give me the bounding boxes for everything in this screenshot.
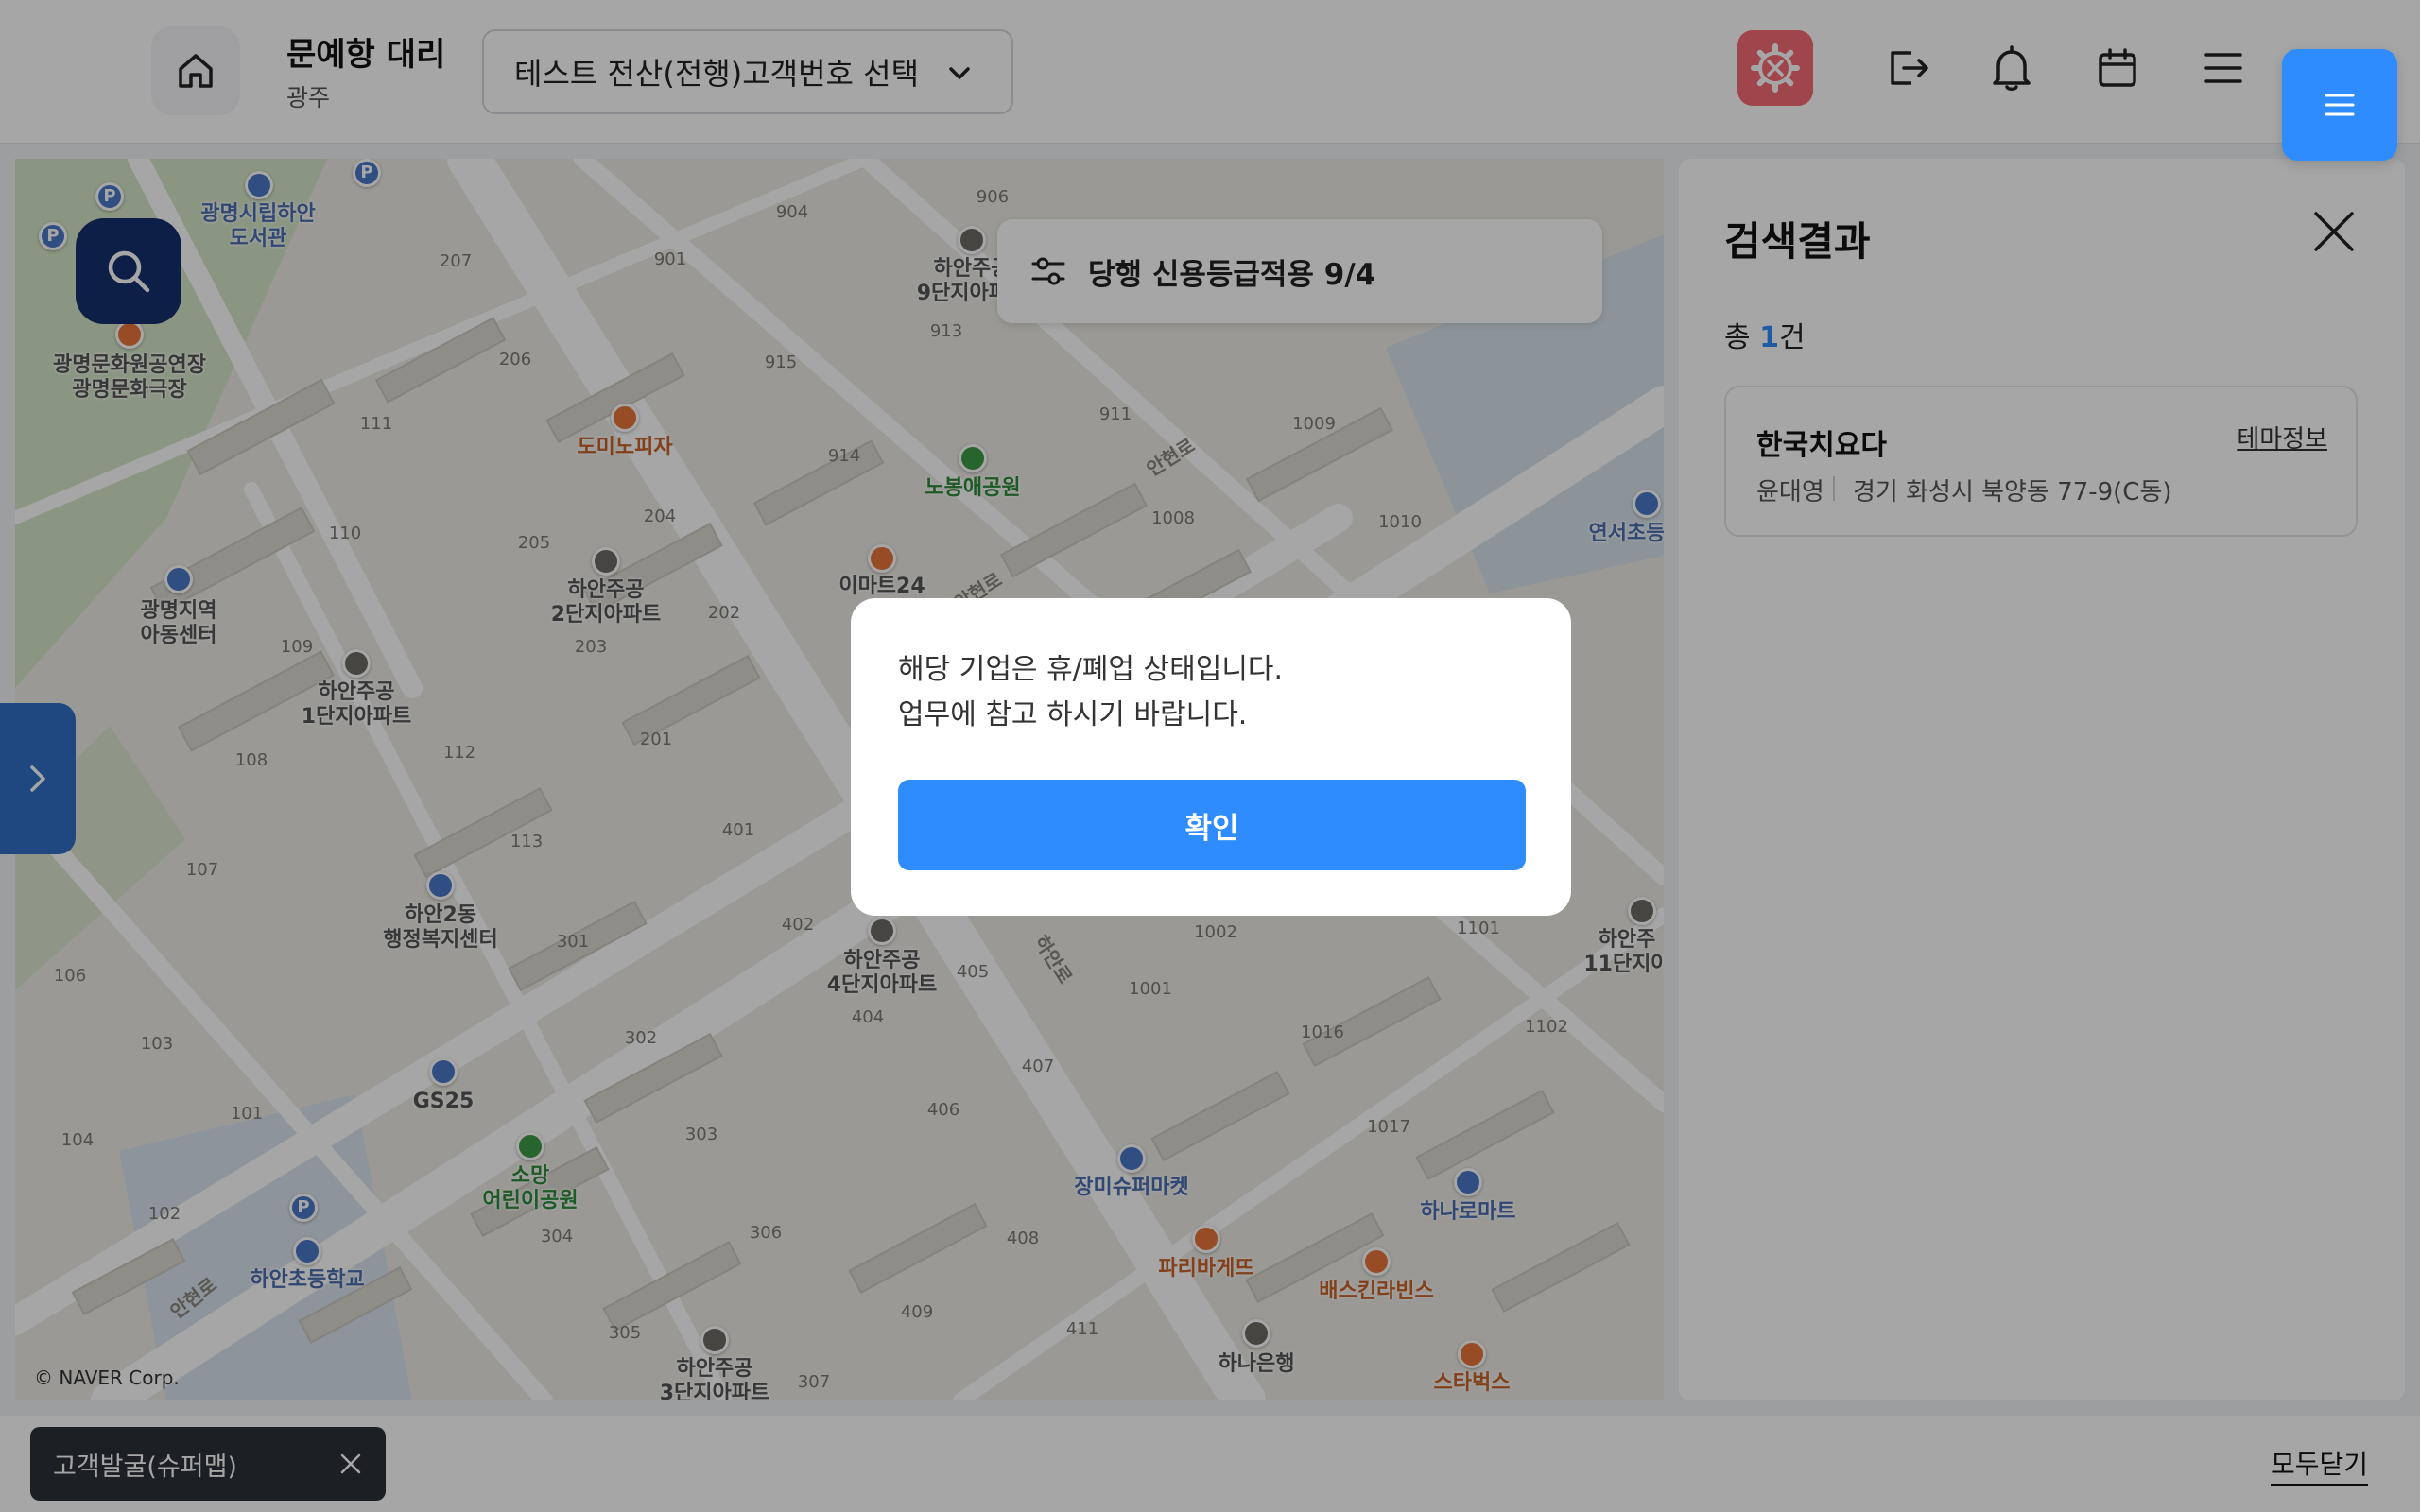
dialog-message-line1: 해당 기업은 휴/폐업 상태입니다. <box>898 653 1284 686</box>
quick-menu-button[interactable] <box>2282 49 2397 161</box>
confirm-button[interactable]: 확인 <box>898 780 1526 870</box>
dialog-message-line2: 업무에 참고 하시기 바랍니다. <box>898 698 1248 731</box>
alert-dialog: 해당 기업은 휴/폐업 상태입니다. 업무에 참고 하시기 바랍니다. 확인 <box>851 598 1571 916</box>
quick-menu-icon <box>2325 94 2355 116</box>
confirm-button-label: 확인 <box>1184 811 1239 846</box>
